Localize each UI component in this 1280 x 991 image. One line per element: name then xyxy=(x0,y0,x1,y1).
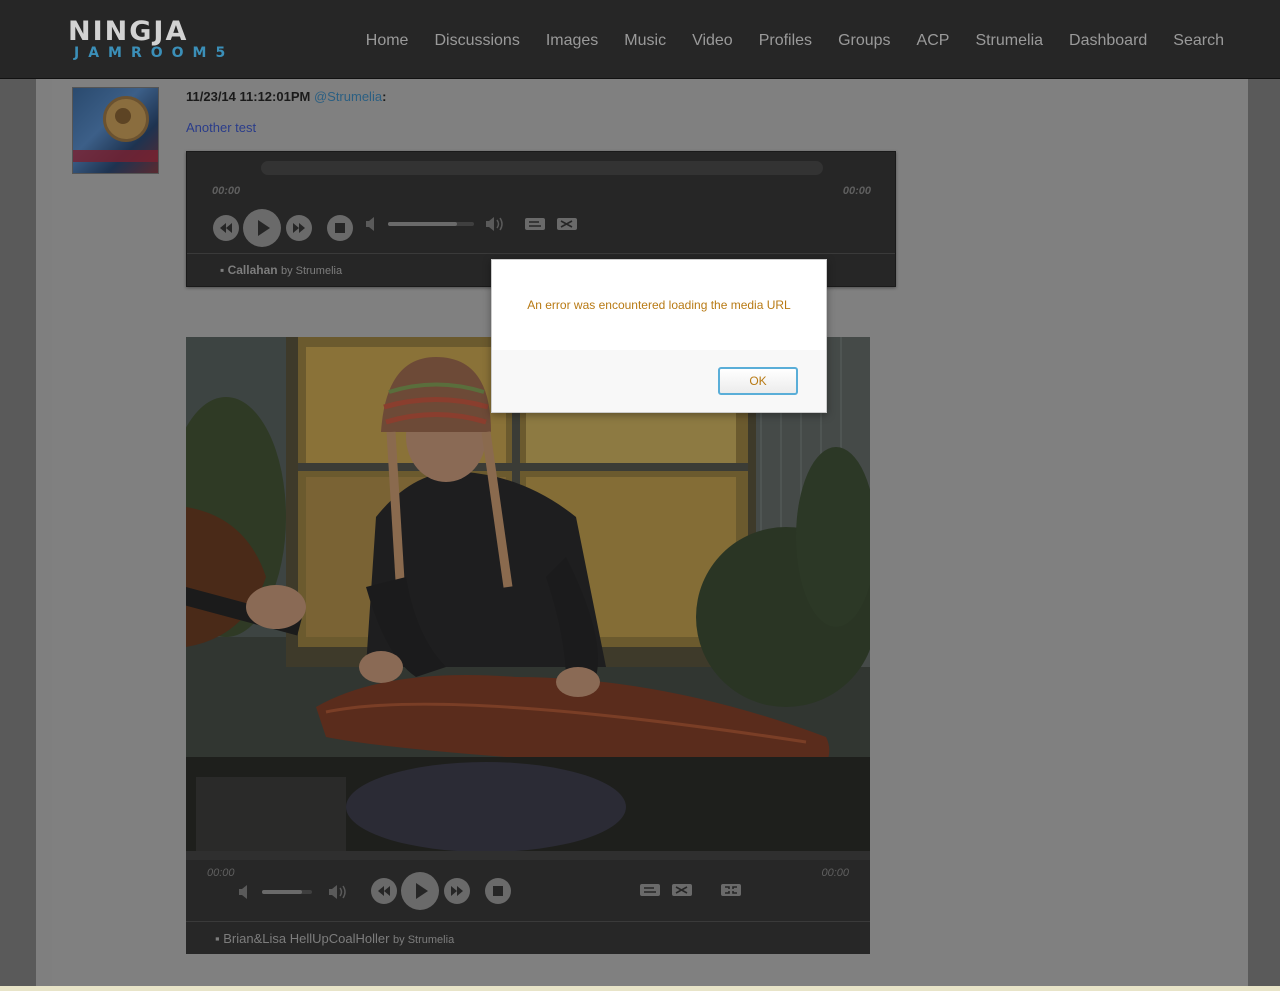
video-frame[interactable] xyxy=(186,337,870,851)
nav-acp[interactable]: ACP xyxy=(917,32,950,50)
logo-title: NINGJA xyxy=(68,16,189,47)
video-volume-slider[interactable] xyxy=(262,890,312,894)
rewind-icon[interactable] xyxy=(213,215,239,241)
post-user-link[interactable]: @Strumelia xyxy=(314,89,382,104)
nav-user[interactable]: Strumelia xyxy=(975,32,1043,50)
dialog-message: An error was encountered loading the med… xyxy=(527,298,791,312)
audio-seek-bar[interactable] xyxy=(261,161,823,175)
ok-button[interactable]: OK xyxy=(718,367,798,395)
volume-mute-icon[interactable] xyxy=(238,884,250,905)
nav-discussions[interactable]: Discussions xyxy=(434,32,519,50)
nav-video[interactable]: Video xyxy=(692,32,733,50)
video-player: 00:00 00:00 ▪ Brian&Lisa HellUpCoalHolle… xyxy=(186,337,870,954)
audio-volume-slider[interactable] xyxy=(388,222,474,226)
video-controls: 00:00 00:00 ▪ Brian&Lisa HellUpCoalHolle… xyxy=(186,851,870,954)
bottom-bar xyxy=(0,986,1280,991)
audio-artist[interactable]: by Strumelia xyxy=(281,265,342,277)
video-divider xyxy=(186,921,870,922)
volume-max-icon[interactable] xyxy=(328,884,348,905)
video-seek-bar[interactable] xyxy=(186,851,870,860)
video-track-name[interactable]: Brian&Lisa HellUpCoalHoller xyxy=(223,931,389,946)
volume-max-icon[interactable] xyxy=(485,216,505,237)
video-volume-fill xyxy=(262,890,302,894)
nav-music[interactable]: Music xyxy=(624,32,666,50)
post-meta: 11/23/14 11:12:01PM @Strumelia: xyxy=(186,89,387,104)
audio-volume-fill xyxy=(388,222,457,226)
stop-icon[interactable] xyxy=(485,878,511,904)
audio-divider xyxy=(187,253,895,254)
fast-forward-icon[interactable] xyxy=(286,215,312,241)
video-time-total: 00:00 xyxy=(821,867,849,879)
audio-caption: ▪ Callahan by Strumelia xyxy=(220,263,343,277)
main-nav: Home Discussions Images Music Video Prof… xyxy=(340,32,1224,50)
audio-track-name[interactable]: Callahan xyxy=(228,263,278,277)
nav-groups[interactable]: Groups xyxy=(838,32,890,50)
fast-forward-icon[interactable] xyxy=(444,878,470,904)
nav-profiles[interactable]: Profiles xyxy=(759,32,812,50)
volume-mute-icon[interactable] xyxy=(365,216,377,237)
shuffle-icon[interactable] xyxy=(671,882,693,903)
site-header: NINGJA JAMROOM5 Home Discussions Images … xyxy=(0,0,1280,79)
video-caption: ▪ Brian&Lisa HellUpCoalHoller by Strumel… xyxy=(215,931,455,946)
logo-subtitle: JAMROOM5 xyxy=(74,45,235,61)
repeat-icon[interactable] xyxy=(639,882,661,903)
error-dialog: An error was encountered loading the med… xyxy=(491,259,827,413)
play-icon[interactable] xyxy=(401,872,439,910)
nav-images[interactable]: Images xyxy=(546,32,598,50)
post-timestamp: 11/23/14 11:12:01PM xyxy=(186,89,311,104)
nav-search[interactable]: Search xyxy=(1173,32,1224,50)
rewind-icon[interactable] xyxy=(371,878,397,904)
play-icon[interactable] xyxy=(243,209,281,247)
video-still-image xyxy=(186,337,870,851)
audio-time-elapsed: 00:00 xyxy=(212,185,241,197)
video-time-elapsed: 00:00 xyxy=(207,867,235,879)
audio-time-total: 00:00 xyxy=(842,185,871,197)
repeat-icon[interactable] xyxy=(524,216,546,237)
site-logo[interactable]: NINGJA JAMROOM5 xyxy=(68,16,235,61)
fullscreen-icon[interactable] xyxy=(720,882,742,903)
dialog-body: An error was encountered loading the med… xyxy=(492,260,826,350)
nav-dashboard[interactable]: Dashboard xyxy=(1069,32,1147,50)
user-avatar[interactable] xyxy=(72,87,159,174)
video-artist[interactable]: by Strumelia xyxy=(393,934,454,946)
shuffle-icon[interactable] xyxy=(556,216,578,237)
stop-icon[interactable] xyxy=(327,215,353,241)
post-title-link[interactable]: Another test xyxy=(186,120,256,135)
nav-home[interactable]: Home xyxy=(366,32,409,50)
